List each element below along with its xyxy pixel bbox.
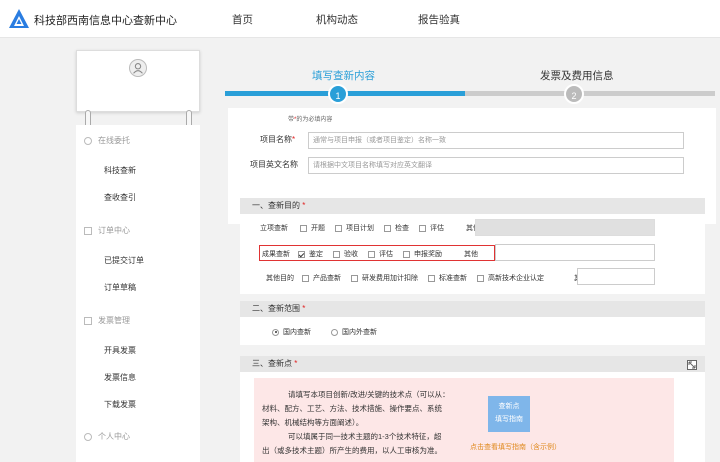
sidebar-item-drafts[interactable]: 订单草稿 [104,282,136,293]
project-en-input[interactable]: 请根据中文项目名称填写对应英文翻译 [308,157,684,174]
site-title: 科技部西南信息中心查新中心 [34,15,177,27]
sidebar-group-online: 在线委托 [84,135,130,146]
profile-card [76,50,200,112]
sidebar-item-sci-search[interactable]: 科技查新 [104,165,136,176]
sidebar-group-orders: 订单中心 [84,225,130,236]
purpose-project-other-input [475,219,655,236]
project-name-input[interactable]: 通常与项目申报（或者项目鉴定）名称一致 [308,132,684,149]
checkbox-icon [84,316,92,325]
step-2-label: 发票及费用信息 [540,70,614,82]
purpose-result-other-input[interactable] [495,244,655,261]
step-2-circle: 2 [564,84,584,104]
step-1-label: 填写查新内容 [312,70,375,82]
step-1-circle: 1 [328,84,348,104]
top-bar: 科技部西南信息中心查新中心 首页 机构动态 报告验真 [0,0,720,38]
purpose-row-other: 其他目的 产品查新 研发费用加计扣除 标准查新 高新技术企业认定 其他 [266,274,588,282]
clock-icon [84,432,92,441]
checkbox-rd-deduction[interactable] [351,274,358,282]
scope-section: 二、查新范围 * 国内查新 国内外查新 [240,301,705,345]
purpose-row-project: 立项查新 开题 项目计划 检查 评估 其他 [260,224,480,232]
checkbox-opening[interactable] [300,224,307,232]
radio-domestic[interactable] [272,328,279,336]
guide-hint[interactable]: 点击查看填写指南（含示例） [470,442,561,452]
logo-icon [9,9,29,28]
step-2-bar [465,91,715,96]
points-section: 三、查新点 * 请填写本项目创新/改进/关键的技术点（可以从： 材料、配方、工艺… [240,356,705,462]
checkbox-acceptance[interactable] [333,250,340,258]
sidebar: 在线委托 科技查新 查收查引 订单中心 已提交订单 订单草稿 发票管理 开具发票… [76,125,200,462]
purpose-row-result: 成果查新 鉴定 验收 评估 申报奖励 其他 [262,250,478,258]
checkbox-assessment[interactable] [419,224,426,232]
checkbox-appraisal[interactable] [298,250,305,258]
scope-options: 国内查新 国内外查新 [272,327,377,337]
checkbox-evaluation[interactable] [368,250,375,258]
sidebar-group-personal: 个人中心 [84,431,130,442]
user-icon[interactable] [129,59,147,77]
purpose-section: 一、查新目的 * 立项查新 开题 项目计划 检查 评估 其他 成果查新 鉴定 验… [240,198,705,294]
checkbox-inspection[interactable] [384,224,391,232]
checkbox-product[interactable] [302,274,309,282]
checkbox-hitech[interactable] [477,274,484,282]
sidebar-item-issue-invoice[interactable]: 开具发票 [104,345,136,356]
checkbox-standard[interactable] [428,274,435,282]
checkbox-project-plan[interactable] [335,224,342,232]
project-en-label: 项目英文名称 [250,160,298,169]
purpose-heading: 一、查新目的 * [240,198,705,214]
points-heading: 三、查新点 * [240,356,705,372]
radio-international[interactable] [331,328,338,336]
points-instructions: 请填写本项目创新/改进/关键的技术点（可以从： 材料、配方、工艺、方法、技术措施… [262,390,450,455]
sidebar-item-download-invoice[interactable]: 下载发票 [104,399,136,410]
sidebar-item-invoice-info[interactable]: 发票信息 [104,372,136,383]
project-name-label: 项目名称* [260,135,296,144]
guide-button[interactable]: 查新点 填写指南 [488,396,530,432]
required-note: 带*的为必填内容 [288,117,333,123]
clock-icon [84,136,92,145]
scope-heading: 二、查新范围 * [240,301,705,317]
checkbox-icon [84,226,92,235]
checkbox-award[interactable] [403,250,410,258]
nav-home[interactable]: 首页 [232,12,253,27]
nav-verify[interactable]: 报告验真 [418,12,460,27]
sidebar-item-submitted[interactable]: 已提交订单 [104,255,144,266]
main-content: 填写查新内容 发票及费用信息 1 2 带*的为必填内容 项目名称* 通常与项目申… [220,40,720,462]
purpose-other-input[interactable] [577,268,655,285]
nav-news[interactable]: 机构动态 [316,12,358,27]
sidebar-group-invoice: 发票管理 [84,315,130,326]
expand-icon[interactable] [687,360,697,370]
sidebar-item-citation[interactable]: 查收查引 [104,192,136,203]
